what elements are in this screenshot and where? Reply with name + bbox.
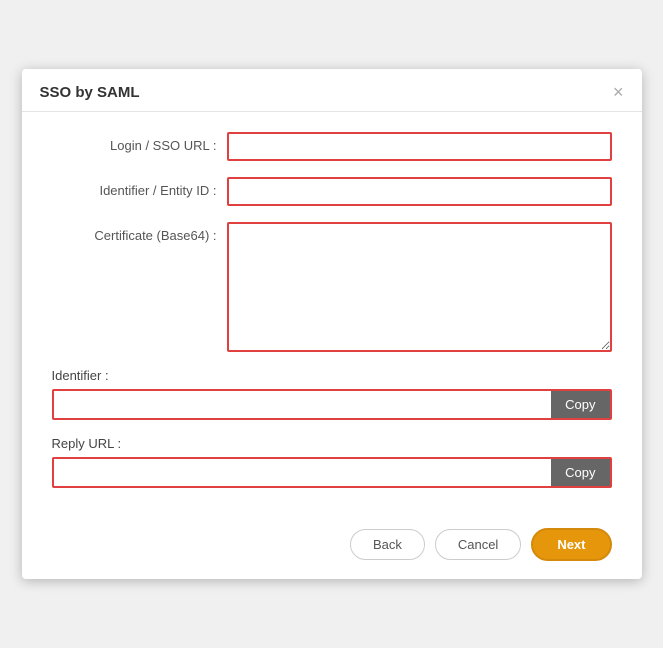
identifier-field[interactable]: [54, 391, 552, 418]
identifier-section-label: Identifier :: [52, 368, 612, 383]
entity-id-input[interactable]: [227, 177, 612, 206]
reply-url-copy-button[interactable]: Copy: [551, 459, 609, 486]
certificate-textarea[interactable]: [227, 222, 612, 352]
dialog-footer: Back Cancel Next: [22, 520, 642, 579]
close-button[interactable]: ×: [613, 83, 624, 101]
identifier-section: Identifier : Copy: [52, 368, 612, 420]
sso-saml-dialog: SSO by SAML × Login / SSO URL : Identifi…: [22, 69, 642, 579]
identifier-copy-button[interactable]: Copy: [551, 391, 609, 418]
certificate-label: Certificate (Base64) :: [52, 222, 227, 243]
reply-url-section-label: Reply URL :: [52, 436, 612, 451]
certificate-group: Certificate (Base64) :: [52, 222, 612, 352]
back-button[interactable]: Back: [350, 529, 425, 560]
login-url-label: Login / SSO URL :: [52, 132, 227, 153]
login-url-group: Login / SSO URL :: [52, 132, 612, 161]
dialog-body: Login / SSO URL : Identifier / Entity ID…: [22, 112, 642, 520]
reply-url-copy-group: Copy: [52, 457, 612, 488]
login-url-input[interactable]: [227, 132, 612, 161]
identifier-copy-group: Copy: [52, 389, 612, 420]
reply-url-field[interactable]: [54, 459, 552, 486]
reply-url-section: Reply URL : Copy: [52, 436, 612, 488]
dialog-title: SSO by SAML: [40, 84, 140, 101]
entity-id-label: Identifier / Entity ID :: [52, 177, 227, 198]
entity-id-group: Identifier / Entity ID :: [52, 177, 612, 206]
next-button[interactable]: Next: [531, 528, 611, 561]
cancel-button[interactable]: Cancel: [435, 529, 521, 560]
dialog-header: SSO by SAML ×: [22, 69, 642, 112]
